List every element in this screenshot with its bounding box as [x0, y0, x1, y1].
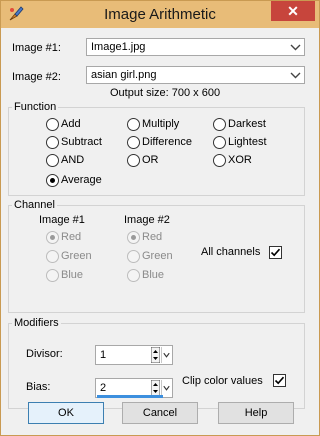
image2-green-label: Green: [142, 250, 173, 262]
image2-red-radio[interactable]: [127, 231, 140, 244]
channel-group-title: Channel: [12, 199, 57, 211]
radio-multiply[interactable]: [127, 118, 140, 131]
radio-average[interactable]: [46, 174, 59, 187]
image1-select-value: Image1.jpg: [91, 41, 146, 53]
chevron-down-icon: [290, 72, 301, 79]
chevron-down-icon[interactable]: [161, 380, 171, 396]
close-icon: ✕: [287, 3, 299, 19]
image2-blue-label: Blue: [142, 269, 165, 281]
radio-multiply-label: Multiply: [142, 118, 180, 130]
radio-darkest[interactable]: [213, 118, 226, 131]
image2-blue-radio[interactable]: [127, 269, 140, 282]
radio-xor[interactable]: [213, 154, 226, 167]
radio-lightest-label: Lightest: [228, 136, 267, 148]
radio-lightest[interactable]: [213, 136, 226, 149]
radio-difference-label: Difference: [142, 136, 192, 148]
divisor-label: Divisor:: [26, 348, 63, 360]
radio-and[interactable]: [46, 154, 59, 167]
cancel-button[interactable]: Cancel: [122, 402, 198, 424]
image-arithmetic-dialog: Image Arithmetic ✕ Image #1: Image1.jpg …: [0, 0, 320, 436]
radio-or-label: OR: [142, 154, 159, 166]
image2-label: Image #2:: [12, 71, 61, 83]
radio-subtract[interactable]: [46, 136, 59, 149]
image1-select[interactable]: Image1.jpg: [86, 38, 305, 56]
spin-updown-icon[interactable]: [151, 347, 160, 363]
divisor-spinner[interactable]: 1: [95, 345, 173, 365]
channel-image2-header: Image #2: [124, 214, 170, 226]
function-group: Function Add Multiply Darkest Subtract D…: [8, 101, 305, 196]
radio-add[interactable]: [46, 118, 59, 131]
close-button[interactable]: ✕: [271, 1, 315, 21]
channel-group: Channel Image #1 Image #2 Red Green Blue…: [8, 199, 305, 313]
function-group-title: Function: [12, 101, 59, 113]
bias-value: 2: [100, 382, 107, 394]
radio-and-label: AND: [61, 154, 85, 166]
output-size-text: Output size: 700 x 600: [110, 87, 221, 99]
bias-label: Bias:: [26, 381, 51, 393]
modifiers-group: Modifiers Divisor: 1 Bias: 2 Clip color …: [8, 317, 305, 409]
channel-image1-header: Image #1: [39, 214, 85, 226]
radio-darkest-label: Darkest: [228, 118, 266, 130]
help-button[interactable]: Help: [218, 402, 294, 424]
radio-or[interactable]: [127, 154, 140, 167]
image2-green-radio[interactable]: [127, 250, 140, 263]
checkmark-icon: [274, 376, 285, 385]
image1-green-label: Green: [61, 250, 92, 262]
ok-button[interactable]: OK: [28, 402, 104, 424]
chevron-down-icon[interactable]: [161, 347, 171, 363]
dialog-body: Image #1: Image1.jpg Image #2: asian gir…: [8, 29, 312, 429]
radio-difference[interactable]: [127, 136, 140, 149]
title-bar[interactable]: Image Arithmetic ✕: [1, 1, 319, 28]
radio-xor-label: XOR: [228, 154, 252, 166]
bias-spinner[interactable]: 2: [95, 378, 173, 398]
clip-color-values-label: Clip color values: [182, 375, 263, 387]
image2-select-value: asian girl.png: [91, 69, 157, 81]
image1-blue-label: Blue: [61, 269, 84, 281]
image1-red-radio[interactable]: [46, 231, 59, 244]
all-channels-label: All channels: [201, 246, 261, 258]
bias-focus-underline: [97, 395, 163, 398]
image2-red-label: Red: [142, 231, 163, 243]
image1-label: Image #1:: [12, 42, 61, 54]
modifiers-group-title: Modifiers: [12, 317, 61, 329]
radio-subtract-label: Subtract: [61, 136, 102, 148]
spin-updown-icon[interactable]: [151, 380, 160, 396]
clip-color-values-checkbox[interactable]: [273, 374, 286, 387]
all-channels-checkbox[interactable]: [269, 246, 282, 259]
divisor-value: 1: [100, 349, 107, 361]
checkmark-icon: [270, 248, 281, 257]
image2-select[interactable]: asian girl.png: [86, 66, 305, 84]
radio-add-label: Add: [61, 118, 81, 130]
image1-red-label: Red: [61, 231, 82, 243]
radio-average-label: Average: [61, 174, 102, 186]
image1-green-radio[interactable]: [46, 250, 59, 263]
chevron-down-icon: [290, 44, 301, 51]
image1-blue-radio[interactable]: [46, 269, 59, 282]
